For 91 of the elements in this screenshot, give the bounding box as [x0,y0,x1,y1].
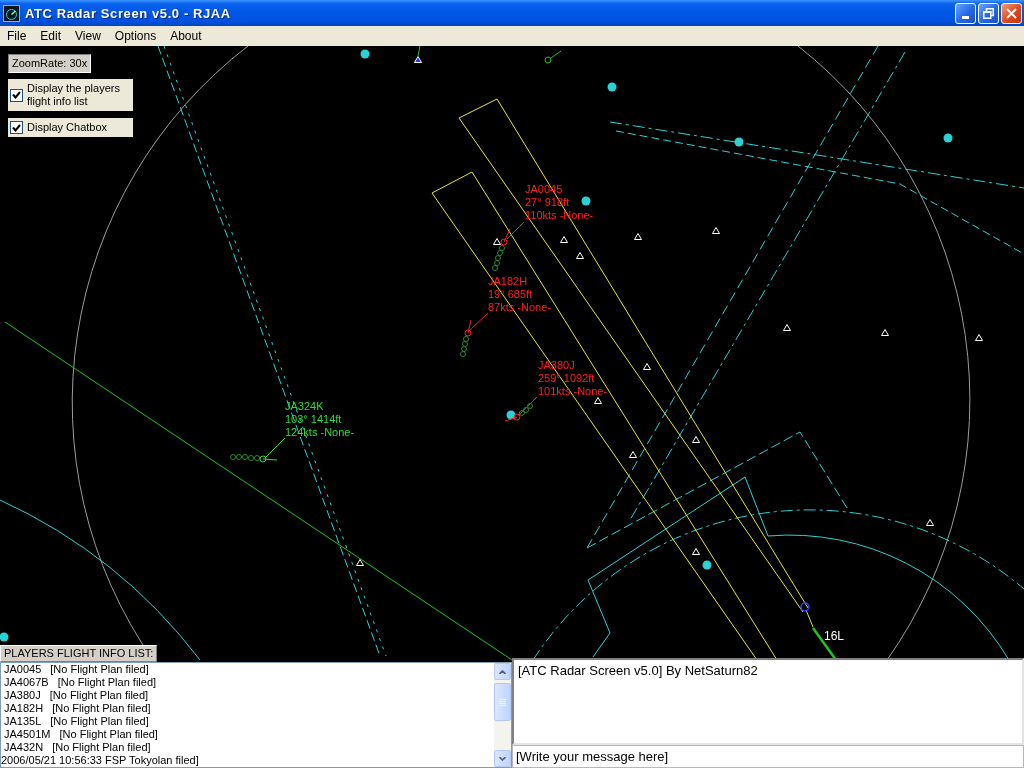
navaid-dot-icon [360,49,370,59]
leader-line [518,396,538,416]
flight-list-row[interactable]: JA380J [No Flight Plan filed] [1,689,494,702]
menu-item[interactable]: Options [107,27,164,45]
minimize-icon [962,15,969,19]
leader-line [469,312,489,331]
waypoint-icon [975,334,983,341]
flight-list-row[interactable]: JA135L [No Flight Plan filed] [1,715,494,728]
runway-label: 16L [824,629,845,643]
message-input[interactable]: [Write your message here] [512,745,1024,768]
zoom-rate-readout: ZoomRate: 30x [8,54,92,73]
speed-plan-label: 124kts -None- [285,426,355,438]
aircraft-target-icon [544,50,562,64]
aircraft-target-icon [500,228,511,246]
checkbox-option[interactable]: Display the players flight info list [8,79,133,111]
checkbox[interactable] [10,121,23,134]
waypoint-icon [576,252,584,259]
menu-item[interactable]: Edit [33,27,69,45]
waypoint-icon [356,559,364,566]
speed-plan-label: 110kts -None- [525,209,594,221]
track-trail-drawing [460,336,469,357]
waypoint-icon [634,233,642,240]
checkbox-label: Display the players flight info list [27,82,121,108]
speed-plan-label: 101kts -None- [538,385,608,397]
navaid-dot-icon [506,410,516,420]
callsign-label: JA0045 [525,183,563,195]
menu-item[interactable]: About [163,27,209,45]
scrollbar-track[interactable] [494,663,511,767]
close-icon [1006,7,1017,19]
flight-list-row[interactable]: JA0045 [No Flight Plan filed] [1,663,494,676]
navaid-dot-icon [581,196,591,206]
caret-up-icon [499,669,506,674]
callsign-label: JA324K [285,400,324,412]
heading-altitude-label: 19° 685ft [488,288,533,300]
scroll-down-button[interactable] [494,750,511,767]
callsign-label: JA380J [538,359,575,371]
window-title: ATC Radar Screen v5.0 - RJAA [25,5,232,21]
flight-list-row[interactable]: JA432N [No Flight Plan filed] [1,741,494,754]
navaid-dot-icon [607,82,617,92]
leader-line [265,437,286,458]
track-trail-drawing [519,403,533,416]
waypoint-icon [560,236,568,243]
flight-list-row[interactable]: JA4067B [No Flight Plan filed] [1,676,494,689]
waypoint-icon [594,397,602,404]
aircraft-target-icon [504,413,521,422]
check-icon [12,91,21,99]
checkbox[interactable] [10,88,23,102]
navaid-dot-icon [734,137,744,147]
heading-altitude-label: 259° 1092ft [538,372,595,384]
heading-altitude-label: 27° 918ft [525,196,570,208]
track-trail-drawing [230,454,260,461]
waypoint-icon [692,548,700,555]
waypoint-icon [629,451,637,458]
waypoint-icon [692,436,700,443]
list-title: PLAYERS FLIGHT INFO LIST: [0,645,158,662]
flight-list-row[interactable]: JA4501M [No Flight Plan filed] [1,728,494,741]
flight-list-row[interactable]: JA182H [No Flight Plan filed] [1,702,494,715]
heading-altitude-label: 103° 1414ft [285,413,342,425]
navaid-dot-icon [943,133,953,143]
restore-icon [983,7,994,19]
radar-app-icon [3,4,20,22]
scroll-thumb[interactable] [494,683,511,721]
aircraft-target-icon [259,455,278,463]
waypoint-icon [881,329,889,336]
chat-message: [ATC Radar Screen v5.0] By NetSaturn82 [518,663,759,679]
callsign-label: JA182H [488,275,528,287]
check-icon [12,123,21,132]
track-trail-drawing [492,245,505,271]
checkbox-option[interactable]: Display Chatbox [8,118,133,137]
grip-icon [499,698,506,706]
close-button[interactable] [1001,2,1022,24]
scroll-up-button[interactable] [494,663,511,680]
aircraft-target-icon [464,319,472,337]
log-text: 2006/05/21 10:56:33 FSP Tokyolan filed] [1,754,200,767]
route-line [417,46,421,57]
waypoint-icon [414,56,422,63]
waypoint-icon [493,238,501,245]
menu-item[interactable]: View [68,27,108,45]
waypoint-icon [783,324,791,331]
waypoint-icon [712,227,720,234]
checkbox-label: Display Chatbox [27,121,109,134]
minimize-button[interactable] [955,2,976,24]
waypoint-icon [926,519,934,526]
restore-button[interactable] [978,2,999,24]
navaid-dot-icon [702,560,712,570]
leader-line [506,221,525,240]
speed-plan-label: 87kts -None- [488,301,551,313]
menu-item[interactable]: File [0,27,34,45]
threshold-marker-icon [800,602,810,612]
waypoint-icon [643,363,651,370]
caret-down-icon [499,756,506,761]
